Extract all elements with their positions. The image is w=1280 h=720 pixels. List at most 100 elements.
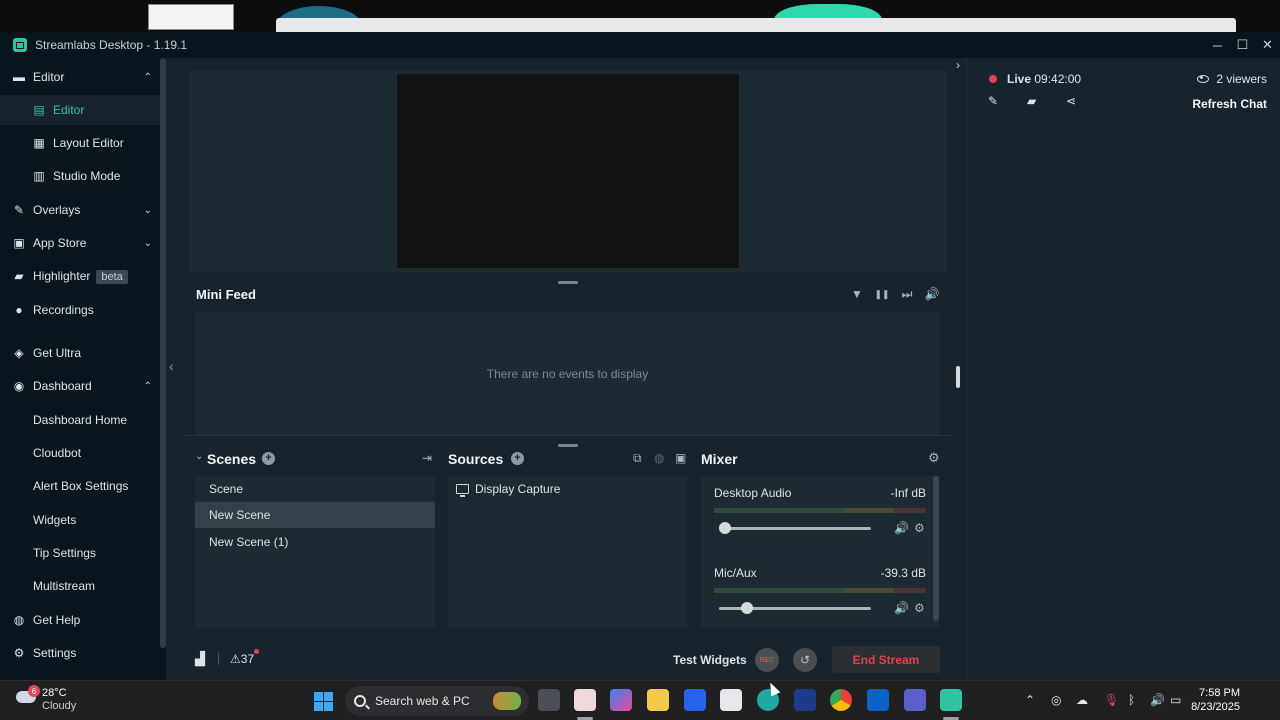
alert-counter[interactable]: ⚠37 <box>230 652 254 666</box>
copilot-icon[interactable] <box>610 689 632 711</box>
live-time: 09:42:00 <box>1034 72 1082 86</box>
skip-icon[interactable]: ⏭ <box>899 286 915 302</box>
sidebar-item-get-help[interactable]: ◍ Get Help <box>0 605 160 635</box>
sidebar-item-overlays[interactable]: ✎ Overlays ⌄ <box>0 195 160 225</box>
scenes-title: Scenes <box>207 451 257 467</box>
teams-icon[interactable] <box>904 689 926 711</box>
replay-buffer-icon[interactable]: ↺ <box>793 648 817 672</box>
maximize-button[interactable]: ☐ <box>1230 32 1255 58</box>
streamlabs-taskbar-icon[interactable] <box>940 689 962 711</box>
scenes-list: Scene New Scene New Scene (1) <box>195 476 435 628</box>
sidebar-item-get-ultra[interactable]: ◈ Get Ultra <box>0 338 160 368</box>
store-app-icon[interactable] <box>720 689 742 711</box>
chevron-down-icon: ⌄ <box>143 204 152 216</box>
sidebar: ▬ Editor ⌃ ▤ Editor ▦ Layout Editor ▥ St… <box>0 58 160 680</box>
sidebar-item-dashboard[interactable]: ◉ Dashboard ⌃ <box>0 371 160 401</box>
divider <box>182 435 952 436</box>
taskbar-search[interactable]: Search web & PC <box>345 686 529 716</box>
recordings-icon: ● <box>15 303 23 317</box>
refresh-chat-button[interactable]: Refresh Chat <box>1192 97 1267 111</box>
speaker-icon[interactable]: 🔊 <box>894 601 909 615</box>
chat-resize-handle[interactable] <box>956 366 960 388</box>
sidebar-item-label: Widgets <box>33 513 77 527</box>
document-app-icon[interactable] <box>794 689 816 711</box>
speaker-icon[interactable]: 🔊 <box>894 521 909 535</box>
mixer-scrollbar[interactable] <box>933 476 939 621</box>
sidebar-item-label: App Store <box>33 236 87 250</box>
sidebar-item-alert-box-settings[interactable]: Alert Box Settings <box>0 471 160 501</box>
end-stream-button[interactable]: End Stream <box>832 646 940 673</box>
sidebar-item-cloudbot[interactable]: Cloudbot <box>0 438 160 468</box>
minimize-button[interactable]: ─ <box>1205 32 1230 58</box>
sidebar-item-editor-group[interactable]: ▬ Editor ⌃ <box>0 62 160 92</box>
sidebar-item-widgets[interactable]: Widgets <box>0 505 160 535</box>
sidebar-item-highlighter[interactable]: ▰ Highlighter beta <box>0 261 160 291</box>
battery-icon[interactable]: ▭ <box>1170 693 1181 707</box>
stream-preview-area <box>189 70 947 272</box>
sidebar-item-editor[interactable]: ▤ Editor <box>0 95 160 125</box>
source-audio-icon[interactable]: ◍ <box>654 451 664 465</box>
file-explorer-icon[interactable] <box>647 689 669 711</box>
dropbox-icon[interactable] <box>684 689 706 711</box>
alert-count: 37 <box>240 652 255 666</box>
sidebar-item-multistream[interactable]: Multistream <box>0 571 160 601</box>
notepad-icon[interactable] <box>574 689 596 711</box>
sidebar-item-layout-editor[interactable]: ▦ Layout Editor <box>0 128 160 158</box>
mixer-settings-gear-icon[interactable]: ⚙ <box>928 450 940 466</box>
channel-gear-icon[interactable]: ⚙ <box>914 521 925 535</box>
volume-icon[interactable]: 🔊 <box>924 286 940 302</box>
filter-icon[interactable]: ▼ <box>849 286 865 302</box>
scene-item[interactable]: Scene <box>195 476 435 502</box>
share-icon[interactable]: ⋖ <box>1066 94 1076 108</box>
add-source-icon[interactable]: + <box>511 452 524 465</box>
volume-slider-knob[interactable] <box>719 522 731 534</box>
tray-overflow-chevron-icon[interactable]: ⌃ <box>1025 693 1035 707</box>
bluetooth-icon[interactable]: ᛒ <box>1128 693 1135 707</box>
desktop-thumbnail <box>148 4 234 30</box>
onedrive-cloud-icon[interactable]: ☁ <box>1076 693 1088 707</box>
windows-start-icon[interactable] <box>314 692 333 711</box>
volume-slider[interactable] <box>719 602 871 614</box>
chevron-right-icon[interactable]: › <box>956 58 960 72</box>
scene-item[interactable]: New Scene (1) <box>195 529 435 555</box>
microphone-icon[interactable]: 🎙 <box>1104 693 1119 707</box>
chevron-up-icon: ⌃ <box>143 71 152 83</box>
resize-handle[interactable] <box>558 444 578 447</box>
pause-icon[interactable]: ❚❚ <box>874 286 890 302</box>
scene-item-selected[interactable]: New Scene <box>195 502 435 528</box>
chat-panel: Live 09:42:00 2 viewers ✎ ▰ ⋖ Refresh Ch… <box>966 58 1280 680</box>
speaker-tray-icon[interactable]: 🔊 <box>1150 693 1165 707</box>
add-folder-icon[interactable]: ▣ <box>675 451 686 465</box>
sidebar-item-studio-mode[interactable]: ▥ Studio Mode <box>0 161 160 191</box>
transition-icon[interactable]: ⇥ <box>422 451 432 465</box>
source-display-icon[interactable]: ⧉ <box>633 451 642 466</box>
close-button[interactable]: ✕ <box>1255 32 1280 58</box>
sidebar-item-settings[interactable]: ⚙ Settings <box>0 638 160 668</box>
camera-icon[interactable]: ▰ <box>1027 94 1036 108</box>
test-widgets-button[interactable]: Test Widgets <box>673 653 747 667</box>
outlook-icon[interactable] <box>867 689 889 711</box>
preview-canvas[interactable] <box>397 74 739 268</box>
collapse-chevron-icon[interactable]: ⌄ <box>195 451 203 462</box>
sidebar-item-recordings[interactable]: ● Recordings <box>0 295 160 325</box>
source-item[interactable]: Display Capture <box>456 482 560 497</box>
task-view-icon[interactable] <box>538 689 560 711</box>
system-clock[interactable]: 7:58 PM 8/23/2025 <box>1191 686 1240 714</box>
sidebar-item-tip-settings[interactable]: Tip Settings <box>0 538 160 568</box>
sidebar-item-app-store[interactable]: ▣ App Store ⌄ <box>0 228 160 258</box>
channel-gear-icon[interactable]: ⚙ <box>914 601 925 615</box>
record-button[interactable]: REC <box>755 648 779 672</box>
chrome-icon[interactable] <box>830 689 852 711</box>
add-scene-icon[interactable]: + <box>262 452 275 465</box>
sidebar-item-dashboard-home[interactable]: Dashboard Home <box>0 405 160 435</box>
tray-app-icon[interactable]: ◎ <box>1051 693 1061 707</box>
search-icon <box>354 695 366 707</box>
edit-pencil-icon[interactable]: ✎ <box>988 94 998 108</box>
stats-bar-chart-icon[interactable]: ▟ <box>195 651 205 667</box>
volume-slider[interactable] <box>719 522 871 534</box>
background-window-edge <box>276 18 1236 32</box>
app-window: Streamlabs Desktop - 1.19.1 ─ ☐ ✕ ▬ Edit… <box>0 32 1280 680</box>
sidebar-item-label: Dashboard Home <box>33 413 128 427</box>
volume-slider-knob[interactable] <box>741 602 753 614</box>
chevron-left-icon[interactable]: ‹ <box>169 358 174 374</box>
